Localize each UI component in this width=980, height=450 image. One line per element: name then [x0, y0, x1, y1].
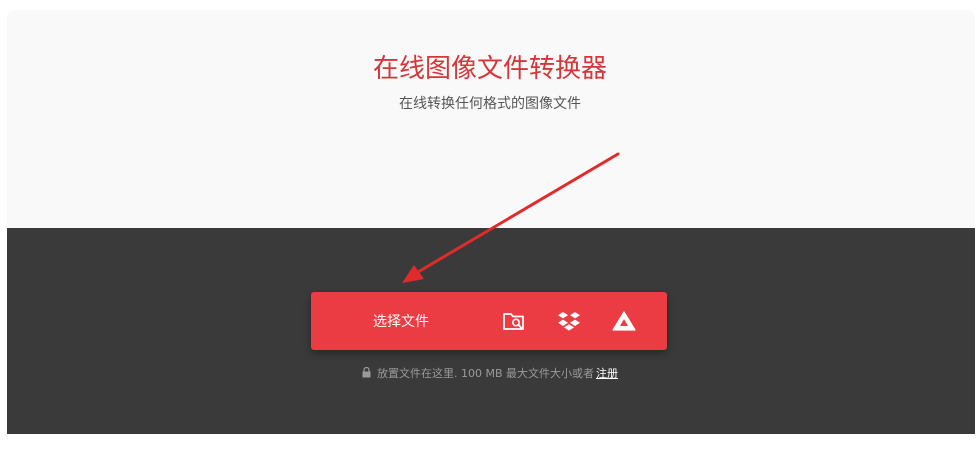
page-subtitle: 在线转换任何格式的图像文件	[399, 96, 581, 112]
folder-search-icon	[503, 313, 524, 330]
page: 在线图像文件转换器 在线转换任何格式的图像文件 选择文件 放置文件在这里. 10…	[0, 0, 980, 450]
from-device-button[interactable]	[499, 306, 529, 336]
upload-note: 放置文件在这里. 100 MB 最大文件大小或者 注册	[0, 366, 980, 382]
google-drive-button[interactable]	[609, 306, 639, 336]
lock-icon	[362, 367, 371, 378]
page-title: 在线图像文件转换器	[372, 54, 607, 84]
upload-note-text: 放置文件在这里. 100 MB 最大文件大小或者	[376, 367, 595, 380]
register-link[interactable]: 注册	[596, 367, 618, 380]
choose-file-button[interactable]: 选择文件	[311, 292, 491, 350]
dropbox-button[interactable]	[554, 306, 584, 336]
dropbox-icon	[558, 312, 580, 331]
google-drive-icon	[612, 311, 636, 331]
header-panel	[7, 10, 975, 228]
upload-bar: 选择文件	[311, 292, 667, 350]
